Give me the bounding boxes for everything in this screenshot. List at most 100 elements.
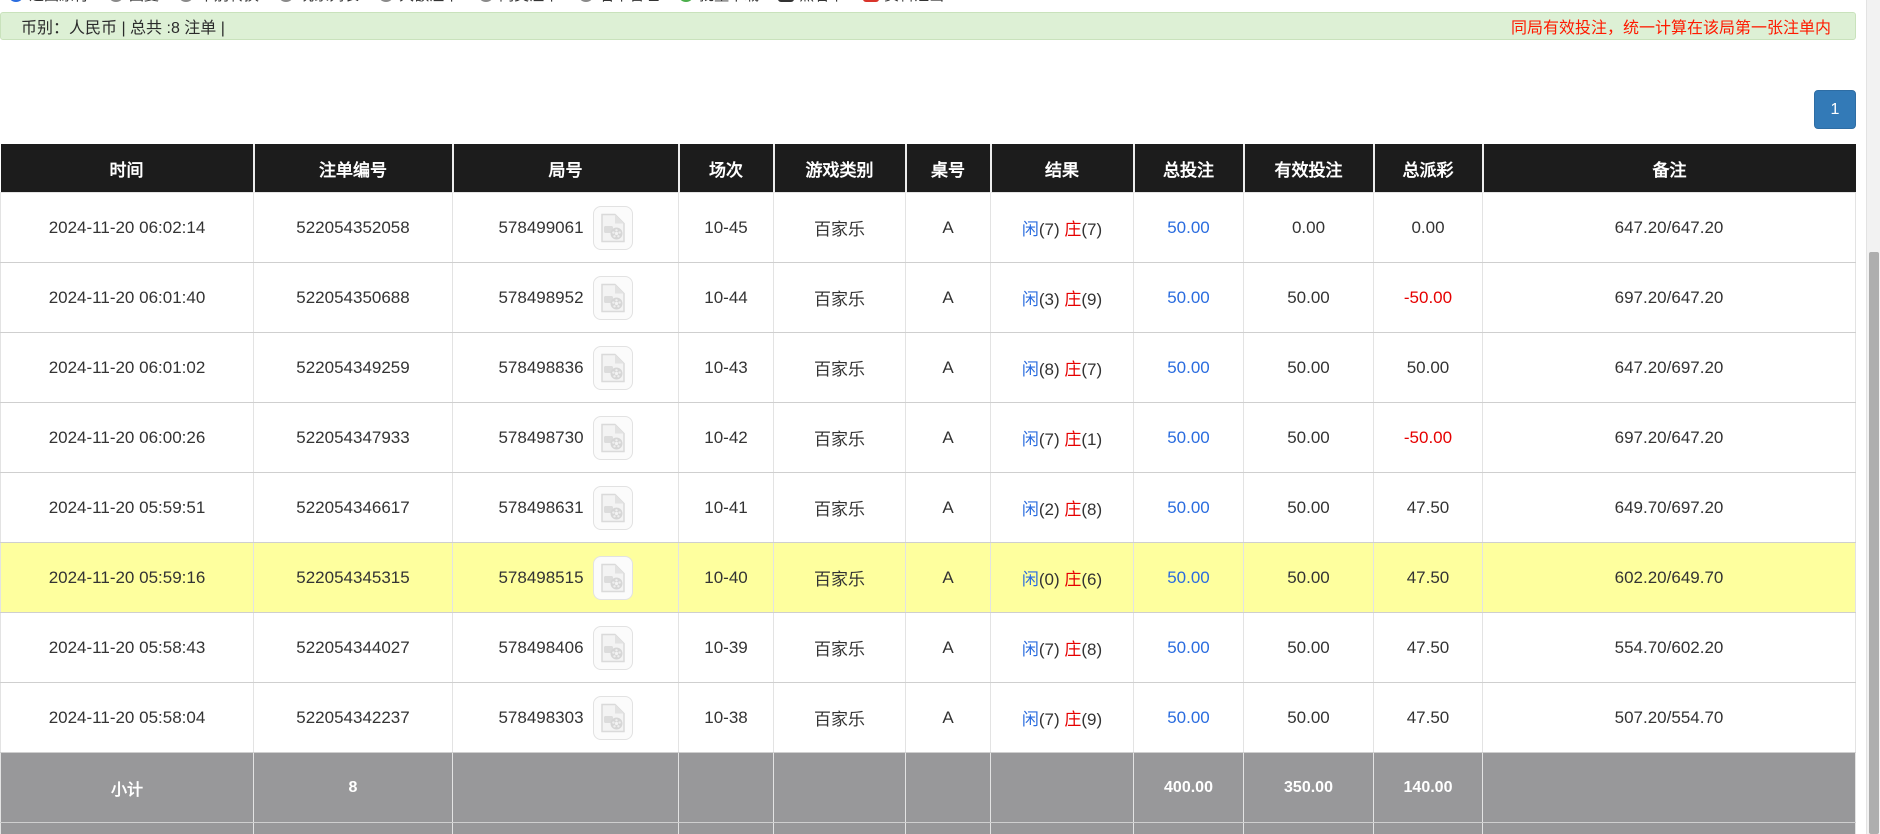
banker-points: (1) bbox=[1081, 430, 1102, 449]
table-row: 2024-11-20 05:58:04522054342237578498303… bbox=[1, 683, 1856, 753]
cell-bet-id: 522054342237 bbox=[254, 683, 453, 753]
cell-session: 10-38 bbox=[679, 683, 774, 753]
player-label: 闲 bbox=[1022, 570, 1039, 589]
total-bet-link[interactable]: 50.00 bbox=[1167, 288, 1210, 307]
total-bet-link[interactable]: 50.00 bbox=[1167, 218, 1210, 237]
total-bet-link[interactable]: 50.00 bbox=[1167, 638, 1210, 657]
summary-label: 小计 bbox=[1, 753, 254, 823]
page: ●退回原行●回复●币别转换●玩家列表●大额注单●同类注单●名单管理●批量下载▣黑… bbox=[0, 0, 1880, 834]
empty-table bbox=[906, 753, 991, 823]
total-bet-link[interactable]: 50.00 bbox=[1167, 568, 1210, 587]
toolbar-item-5[interactable]: ●大额注单 bbox=[378, 0, 459, 5]
cell-table-no: A bbox=[906, 403, 991, 473]
summary-bar: 币别：人民币 | 总共 :8 注单 | 同局有效投注，统一计算在该局第一张注单内 bbox=[0, 12, 1856, 40]
cell-payout: 50.00 bbox=[1374, 333, 1483, 403]
banker-points: (6) bbox=[1081, 570, 1102, 589]
toolbar-item-label: 玩家列表 bbox=[299, 0, 359, 5]
summary-valid-bet: 350.00 bbox=[1244, 823, 1374, 834]
cell-time: 2024-11-20 06:01:02 bbox=[1, 333, 254, 403]
total-bet-link[interactable]: 50.00 bbox=[1167, 498, 1210, 517]
pagination-page-1[interactable]: 1 bbox=[1814, 90, 1856, 129]
cell-time: 2024-11-20 06:02:14 bbox=[1, 193, 254, 263]
empty-session bbox=[679, 823, 774, 834]
toolbar-item-4[interactable]: ●玩家列表 bbox=[278, 0, 359, 5]
summary-label: 总计 bbox=[1, 823, 254, 834]
top-toolbar: ●退回原行●回复●币别转换●玩家列表●大额注单●同类注单●名单管理●批量下载▣黑… bbox=[0, 0, 944, 7]
cell-round: 578498836 bbox=[453, 333, 679, 403]
cell-round: 578498406 bbox=[453, 613, 679, 683]
player-points: (7) bbox=[1039, 710, 1065, 729]
toolbar-item-label: 币别转换 bbox=[199, 0, 259, 5]
toolbar-item-6[interactable]: ●同类注单 bbox=[478, 0, 559, 5]
video-replay-button[interactable] bbox=[593, 556, 633, 600]
video-replay-button[interactable] bbox=[593, 486, 633, 530]
scrollbar-thumb[interactable] bbox=[1869, 252, 1879, 834]
video-replay-button[interactable] bbox=[593, 696, 633, 740]
player-label: 闲 bbox=[1022, 290, 1039, 309]
toolbar-item-9[interactable]: ▣ 黑名单 bbox=[778, 0, 844, 5]
cell-round: 578498730 bbox=[453, 403, 679, 473]
round-number: 578498952 bbox=[498, 288, 583, 307]
video-replay-button[interactable] bbox=[593, 276, 633, 320]
summary-total-bet: 400.00 bbox=[1134, 823, 1244, 834]
cell-result: 闲(7) 庄(8) bbox=[991, 613, 1134, 683]
cell-remark: 649.70/697.20 bbox=[1483, 473, 1856, 543]
cell-bet-id: 522054349259 bbox=[254, 333, 453, 403]
toolbar-item-10[interactable]: X 资料汇出 bbox=[863, 0, 944, 5]
table-row: 2024-11-20 05:59:51522054346617578498631… bbox=[1, 473, 1856, 543]
column-header-round: 局号 bbox=[453, 144, 679, 193]
total-bet-link[interactable]: 50.00 bbox=[1167, 708, 1210, 727]
cell-total-bet: 50.00 bbox=[1134, 263, 1244, 333]
cell-bet-id: 522054350688 bbox=[254, 263, 453, 333]
toolbar-item-label: 资料汇出 bbox=[884, 0, 944, 5]
cell-valid-bet: 50.00 bbox=[1244, 613, 1374, 683]
cell-total-bet: 50.00 bbox=[1134, 333, 1244, 403]
vertical-scrollbar[interactable] bbox=[1866, 0, 1880, 834]
blacklist-icon: ▣ bbox=[778, 0, 794, 2]
video-replay-button[interactable] bbox=[593, 346, 633, 390]
cell-bet-id: 522054345315 bbox=[254, 543, 453, 613]
cell-session: 10-42 bbox=[679, 403, 774, 473]
toolbar-item-7[interactable]: ●名单管理 bbox=[578, 0, 659, 5]
round-number: 578498303 bbox=[498, 708, 583, 727]
cell-payout: 47.50 bbox=[1374, 613, 1483, 683]
video-replay-button[interactable] bbox=[593, 206, 633, 250]
cell-remark: 507.20/554.70 bbox=[1483, 683, 1856, 753]
banker-label: 庄 bbox=[1064, 570, 1081, 589]
toolbar-item-8[interactable]: ●批量下载 bbox=[678, 0, 759, 5]
toolbar-item-3[interactable]: ●币别转换 bbox=[178, 0, 259, 5]
table-header-row: 时间注单编号局号场次游戏类别桌号结果总投注有效投注总派彩备注 bbox=[1, 144, 1856, 193]
cell-bet-id: 522054346617 bbox=[254, 473, 453, 543]
total-row: 总计8 400.00350.00140.00 bbox=[1, 823, 1856, 834]
summary-payout: 140.00 bbox=[1374, 823, 1483, 834]
cell-session: 10-41 bbox=[679, 473, 774, 543]
video-replay-icon bbox=[600, 423, 626, 453]
banker-points: (9) bbox=[1081, 710, 1102, 729]
cell-result: 闲(0) 庄(6) bbox=[991, 543, 1134, 613]
cell-time: 2024-11-20 05:58:43 bbox=[1, 613, 254, 683]
total-bet-link[interactable]: 50.00 bbox=[1167, 358, 1210, 377]
download-circle-icon: ● bbox=[678, 0, 694, 2]
toolbar-item-1[interactable]: ●退回原行 bbox=[8, 0, 89, 5]
banker-points: (9) bbox=[1081, 290, 1102, 309]
banker-points: (7) bbox=[1081, 360, 1102, 379]
toolbar-item-2[interactable]: ●回复 bbox=[108, 0, 159, 5]
column-header-total_bet: 总投注 bbox=[1134, 144, 1244, 193]
round-number: 578498406 bbox=[498, 638, 583, 657]
cell-remark: 554.70/602.20 bbox=[1483, 613, 1856, 683]
toolbar-item-label: 黑名单 bbox=[799, 0, 844, 5]
video-replay-button[interactable] bbox=[593, 416, 633, 460]
video-replay-button[interactable] bbox=[593, 626, 633, 670]
summary-count: 8 bbox=[254, 823, 453, 834]
cell-remark: 647.20/697.20 bbox=[1483, 333, 1856, 403]
excel-export-icon: X bbox=[863, 0, 879, 2]
summary-valid-bet: 350.00 bbox=[1244, 753, 1374, 823]
total-bet-link[interactable]: 50.00 bbox=[1167, 428, 1210, 447]
toolbar-item-label: 大额注单 bbox=[399, 0, 459, 5]
table-row: 2024-11-20 06:02:14522054352058578499061… bbox=[1, 193, 1856, 263]
cell-game-type: 百家乐 bbox=[774, 613, 906, 683]
reply-circle-icon: ● bbox=[108, 0, 124, 2]
cell-table-no: A bbox=[906, 473, 991, 543]
cell-result: 闲(7) 庄(9) bbox=[991, 683, 1134, 753]
currency-total-text: 币别：人民币 | 总共 :8 注单 | bbox=[21, 14, 225, 38]
